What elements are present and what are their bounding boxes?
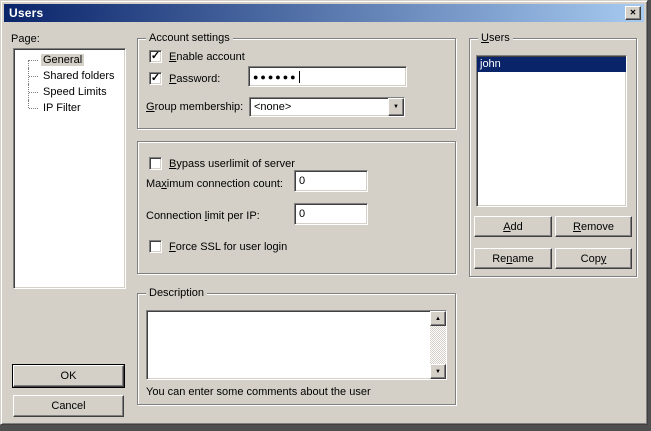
account-settings-group: Account settings ✓ Enable account ✓ Pass… (137, 38, 456, 129)
connection-limits-group: Bypass userlimit of server Maximum conne… (137, 141, 456, 274)
tree-line (28, 100, 29, 108)
user-list-item[interactable]: john (477, 57, 626, 72)
enable-account-checkbox[interactable]: ✓ (149, 50, 162, 63)
password-checkbox[interactable]: ✓ (149, 72, 162, 85)
account-settings-title: Account settings (146, 32, 233, 45)
connection-limit-ip-label: Connection limit per IP: (146, 210, 260, 223)
password-input[interactable]: ●●●●●● (248, 66, 407, 87)
users-group-title: Users (478, 32, 513, 45)
title-bar: Users ✕ (4, 4, 644, 22)
page-item-general[interactable]: General (14, 52, 125, 68)
bypass-userlimit-label[interactable]: Bypass userlimit of server (169, 158, 295, 171)
tree-line (29, 76, 38, 77)
chevron-down-icon[interactable]: ▼ (388, 98, 404, 116)
users-list[interactable]: john (476, 55, 627, 207)
add-button[interactable]: Add (474, 216, 552, 237)
tree-line (29, 60, 38, 61)
max-connection-value: 0 (299, 175, 305, 187)
enable-account-label[interactable]: Enable account (169, 51, 245, 64)
cancel-button[interactable]: Cancel (13, 395, 124, 417)
max-connection-label: Maximum connection count: (146, 178, 283, 191)
group-membership-value: <none> (250, 98, 388, 116)
max-connection-input[interactable]: 0 (294, 170, 368, 192)
users-dialog: Users ✕ Page: General Shared folders Spe… (0, 0, 648, 425)
checkmark-icon: ✓ (151, 51, 160, 61)
tree-line (28, 60, 29, 68)
tree-line (29, 92, 38, 93)
description-hint: You can enter some comments about the us… (146, 386, 371, 399)
copy-button[interactable]: Copy (555, 248, 632, 269)
group-membership-select[interactable]: <none> ▼ (249, 97, 405, 117)
description-group: Description ▲ ▼ You can enter some comme… (137, 293, 456, 405)
page-item-speed-limits[interactable]: Speed Limits (14, 84, 125, 100)
remove-button[interactable]: Remove (555, 216, 632, 237)
checkmark-icon: ✓ (151, 73, 160, 83)
group-membership-label: Group membership: (146, 101, 243, 114)
close-icon[interactable]: ✕ (625, 6, 641, 20)
ok-button[interactable]: OK (13, 365, 124, 387)
users-group: Users john Add Remove Rename Copy (469, 38, 637, 277)
connection-limit-ip-input[interactable]: 0 (294, 203, 368, 225)
force-ssl-label[interactable]: Force SSL for user login (169, 241, 287, 254)
description-textarea[interactable]: ▲ ▼ (146, 310, 447, 380)
scroll-up-icon[interactable]: ▲ (430, 311, 446, 326)
vertical-scrollbar[interactable]: ▲ ▼ (430, 311, 446, 379)
scrollbar-track[interactable] (430, 326, 446, 364)
bypass-userlimit-checkbox[interactable] (149, 157, 162, 170)
password-label[interactable]: Password: (169, 73, 220, 86)
description-text[interactable] (147, 311, 430, 379)
description-title: Description (146, 287, 207, 300)
force-ssl-checkbox[interactable] (149, 240, 162, 253)
connection-limit-ip-value: 0 (299, 208, 305, 220)
scroll-down-icon[interactable]: ▼ (430, 364, 446, 379)
rename-button[interactable]: Rename (474, 248, 552, 269)
page-item-ip-filter[interactable]: IP Filter (14, 100, 125, 116)
password-masked-value: ●●●●●● (253, 72, 298, 82)
page-list[interactable]: General Shared folders Speed Limits IP F… (13, 48, 126, 289)
page-item-shared-folders[interactable]: Shared folders (14, 68, 125, 84)
page-label: Page: (11, 33, 40, 46)
tree-line (29, 108, 38, 109)
text-caret (299, 71, 300, 83)
window-title: Users (9, 6, 625, 20)
